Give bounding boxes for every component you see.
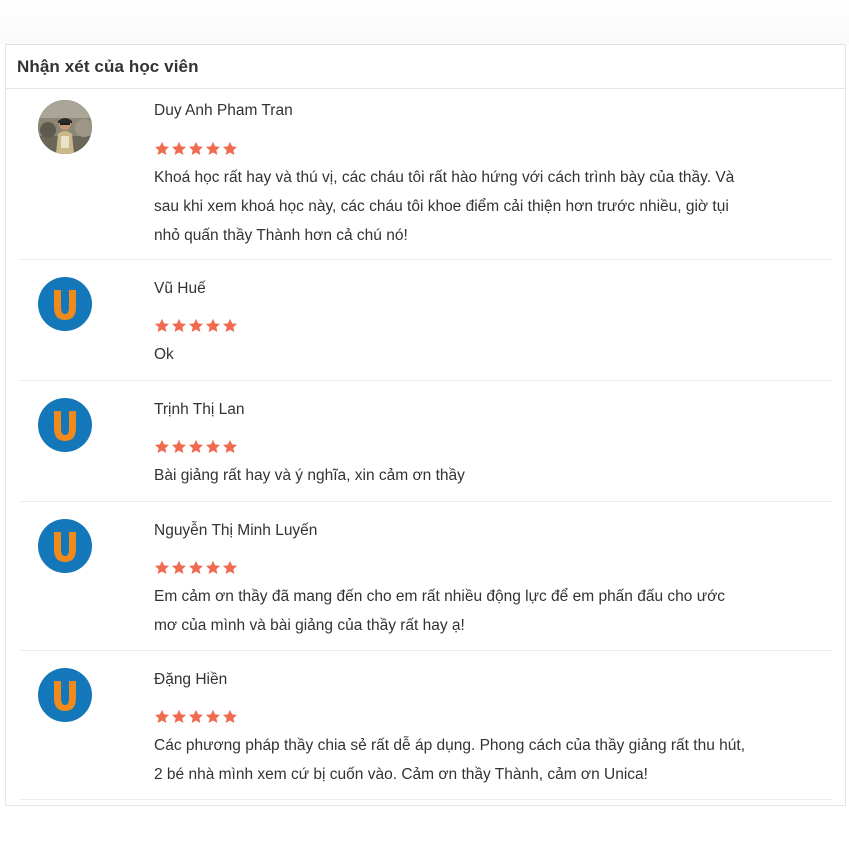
avatar — [38, 519, 92, 573]
review-text-line: Ok — [154, 346, 174, 363]
unica-u-icon — [54, 681, 76, 711]
star-icon — [189, 318, 203, 332]
star-icon — [223, 439, 237, 453]
star-icon — [155, 709, 169, 723]
star-icon — [206, 141, 220, 155]
reviewer-name: Đặng Hiền — [154, 671, 228, 688]
star-icon — [172, 709, 186, 723]
section-title: Nhận xét của học viên — [17, 56, 199, 76]
review-text: Ok — [154, 340, 804, 369]
review-text-line: nhỏ quấn thầy Thành hơn cả chú nó! — [154, 227, 408, 244]
reviewer-name: Vũ Huế — [154, 280, 206, 297]
star-icon — [155, 318, 169, 332]
unica-u-icon — [54, 290, 76, 320]
review-text-line: sau khi xem khoá học này, các cháu tôi k… — [154, 198, 729, 215]
review-text: Bài giảng rất hay và ý nghĩa, xin cảm ơn… — [154, 461, 804, 490]
star-icon — [206, 318, 220, 332]
star-icon — [172, 318, 186, 332]
reviewer-name: Trịnh Thị Lan — [154, 401, 245, 418]
review-text-line: Bài giảng rất hay và ý nghĩa, xin cảm ơn… — [154, 467, 465, 484]
review-item: Duy Anh Pham Tran Khoá học rất hay và thú… — [20, 89, 832, 260]
star-icon — [155, 560, 169, 574]
top-spacer — [0, 0, 849, 44]
reviewer-name: Nguyễn Thị Minh Luyến — [154, 522, 318, 539]
star-icon — [189, 141, 203, 155]
star-icon — [206, 439, 220, 453]
review-item: Vũ Huế Ok — [20, 260, 832, 381]
review-list: Duy Anh Pham Tran Khoá học rất hay và thú… — [6, 89, 845, 800]
review-item: Đặng Hiền Các phương pháp thầy chia sẻ rấ… — [20, 651, 832, 800]
star-icon — [206, 709, 220, 723]
star-icon — [223, 318, 237, 332]
star-icon — [189, 709, 203, 723]
review-text-line: 2 bé nhà mình xem cứ bị cuốn vào. Cảm ơn… — [154, 766, 648, 783]
reviewer-name: Duy Anh Pham Tran — [154, 102, 293, 119]
avatar — [38, 668, 92, 722]
star-icon — [155, 141, 169, 155]
review-text: Các phương pháp thầy chia sẻ rất dễ áp d… — [154, 731, 804, 789]
review-text: Em cảm ơn thầy đã mang đến cho em rất nh… — [154, 582, 804, 640]
reviews-panel: Nhận xét của học viên Duy Anh Pham Tran K… — [5, 44, 846, 806]
avatar — [38, 277, 92, 331]
avatar — [38, 398, 92, 452]
star-rating — [154, 318, 238, 334]
star-icon — [206, 560, 220, 574]
star-icon — [189, 439, 203, 453]
star-icon — [172, 439, 186, 453]
review-text-line: mơ của mình và bài giảng của thầy rất ha… — [154, 617, 465, 634]
star-icon — [223, 141, 237, 155]
avatar — [38, 100, 92, 154]
review-text-line: Các phương pháp thầy chia sẻ rất dễ áp d… — [154, 737, 745, 754]
review-text: Khoá học rất hay và thú vị, các cháu tôi… — [154, 163, 804, 250]
star-rating — [154, 439, 238, 455]
review-text-line: Khoá học rất hay và thú vị, các cháu tôi… — [154, 169, 735, 186]
user-photo-icon — [38, 100, 92, 154]
star-rating — [154, 141, 238, 157]
star-icon — [223, 560, 237, 574]
review-text-line: Em cảm ơn thầy đã mang đến cho em rất nh… — [154, 588, 725, 605]
star-rating — [154, 709, 238, 725]
unica-u-icon — [54, 411, 76, 441]
star-icon — [155, 439, 169, 453]
unica-u-icon — [54, 532, 76, 562]
star-icon — [172, 560, 186, 574]
star-icon — [189, 560, 203, 574]
panel-header: Nhận xét của học viên — [6, 45, 845, 89]
star-icon — [172, 141, 186, 155]
review-item: Trịnh Thị Lan Bài giảng rất hay và ý nghĩ… — [20, 381, 832, 502]
star-rating — [154, 560, 238, 576]
page-background: Nhận xét của học viên Duy Anh Pham Tran K… — [0, 0, 849, 849]
star-icon — [223, 709, 237, 723]
review-item: Nguyễn Thị Minh Luyến Em cảm ơn thầy đã m… — [20, 502, 832, 651]
